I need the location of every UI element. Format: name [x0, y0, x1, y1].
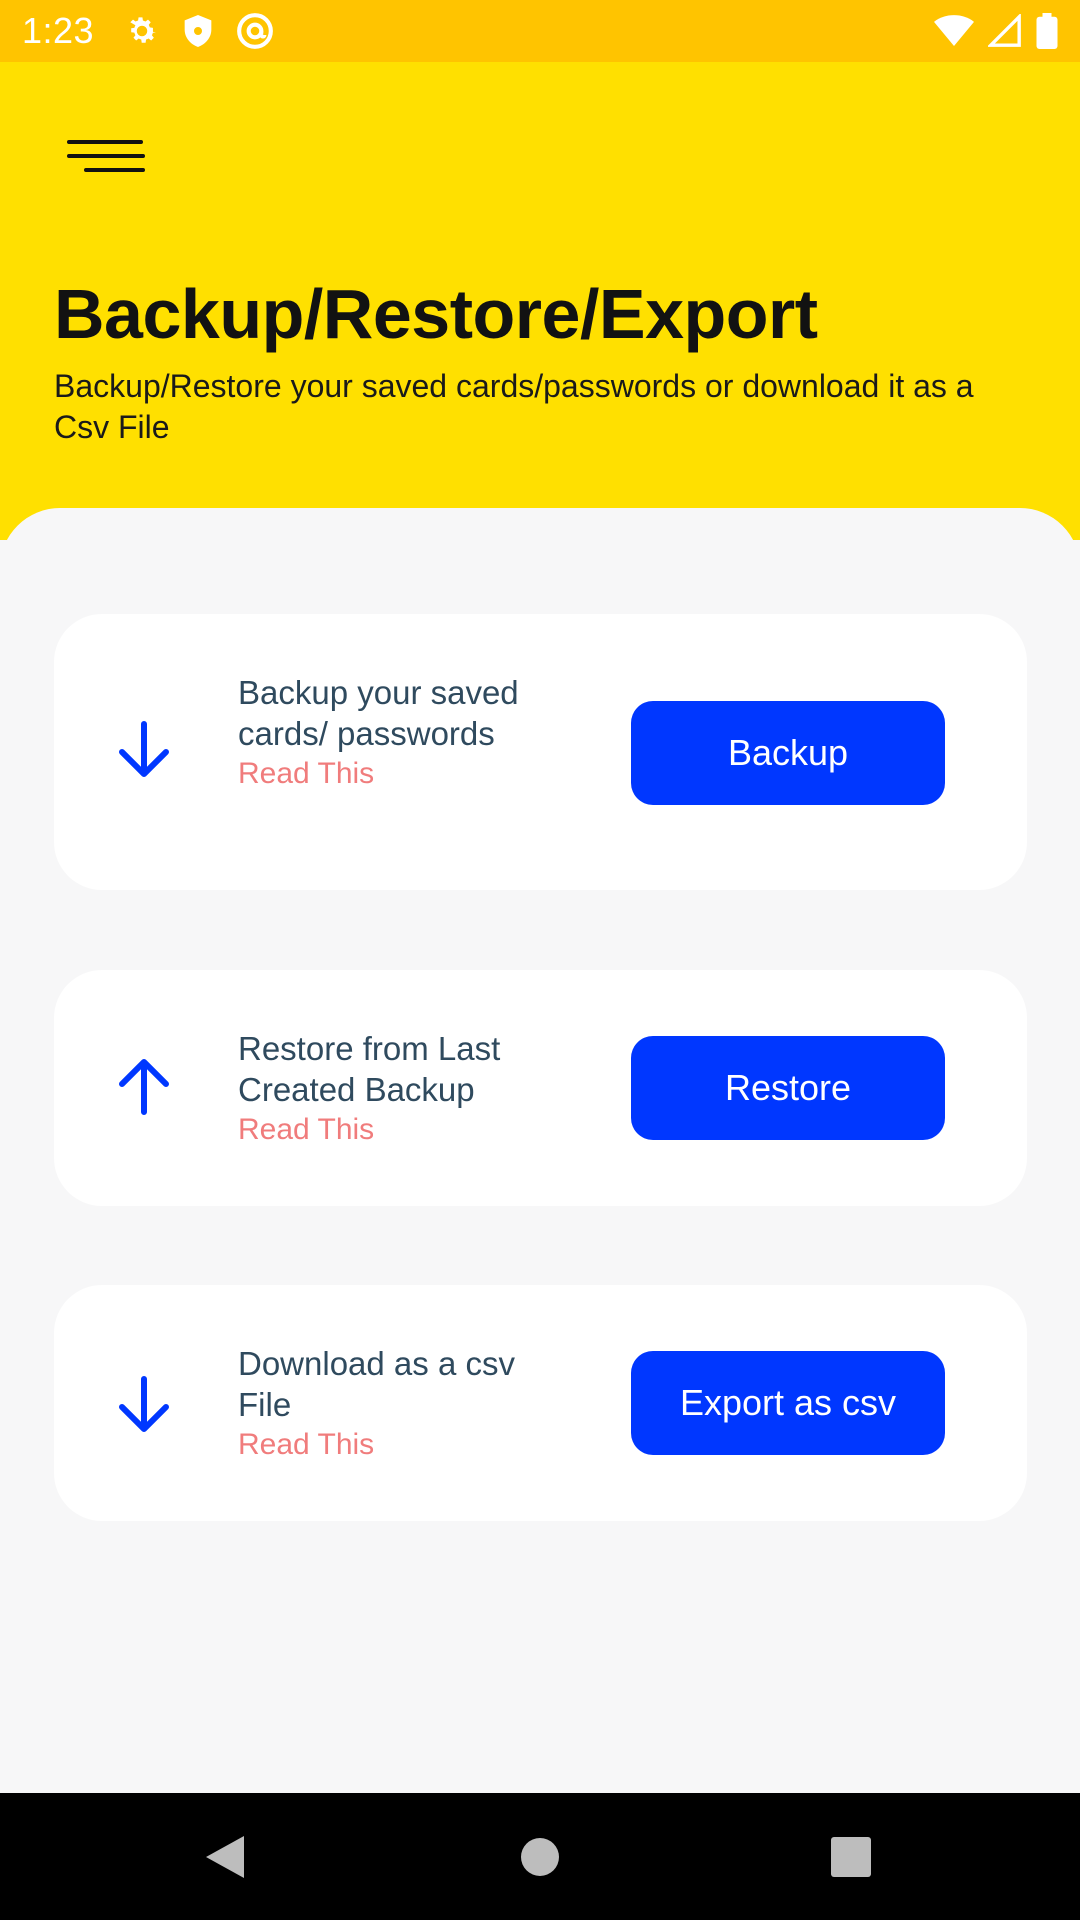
status-time: 1:23	[22, 10, 95, 51]
backup-description: Backup your saved cards/ passwords	[238, 674, 519, 752]
wifi-icon	[934, 14, 974, 48]
restore-card: Restore from Last Created Backup Read Th…	[54, 970, 1027, 1206]
restore-button[interactable]: Restore	[631, 1036, 945, 1140]
arrow-down-icon	[116, 720, 172, 784]
export-description: Download as a csv File	[238, 1345, 515, 1423]
shield-icon	[182, 13, 214, 49]
content-sheet: Backup your saved cards/ passwords Read …	[0, 508, 1080, 1793]
signal-icon	[988, 14, 1022, 48]
restore-description: Restore from Last Created Backup	[238, 1030, 501, 1108]
status-bar: 1:23	[0, 0, 1080, 62]
export-card-text: Download as a csv File Read This	[238, 1343, 558, 1465]
restore-card-text: Restore from Last Created Backup Read Th…	[238, 1028, 558, 1150]
backup-card-text: Backup your saved cards/ passwords Read …	[238, 672, 558, 794]
arrow-down-icon	[116, 1375, 172, 1439]
restore-read-this-link[interactable]: Read This	[238, 1110, 374, 1150]
page-subtitle: Backup/Restore your saved cards/password…	[54, 368, 974, 445]
export-card: Download as a csv File Read This Export …	[54, 1285, 1027, 1521]
arrow-up-icon	[116, 1056, 172, 1120]
recents-square-icon[interactable]	[831, 1837, 871, 1882]
settings-icon	[124, 13, 160, 49]
navigation-bar	[0, 1793, 1080, 1920]
home-circle-icon[interactable]	[520, 1837, 560, 1882]
hamburger-menu-icon[interactable]	[62, 128, 148, 184]
at-sign-icon	[236, 12, 274, 50]
backup-card: Backup your saved cards/ passwords Read …	[54, 614, 1027, 890]
page-title: Backup/Restore/Export	[54, 275, 818, 353]
export-read-this-link[interactable]: Read This	[238, 1425, 374, 1465]
backup-button[interactable]: Backup	[631, 701, 945, 805]
back-triangle-icon[interactable]	[204, 1834, 246, 1885]
battery-icon	[1036, 13, 1058, 49]
header: Backup/Restore/Export Backup/Restore you…	[0, 62, 1080, 540]
backup-read-this-link[interactable]: Read This	[238, 754, 374, 794]
export-csv-button[interactable]: Export as csv	[631, 1351, 945, 1455]
